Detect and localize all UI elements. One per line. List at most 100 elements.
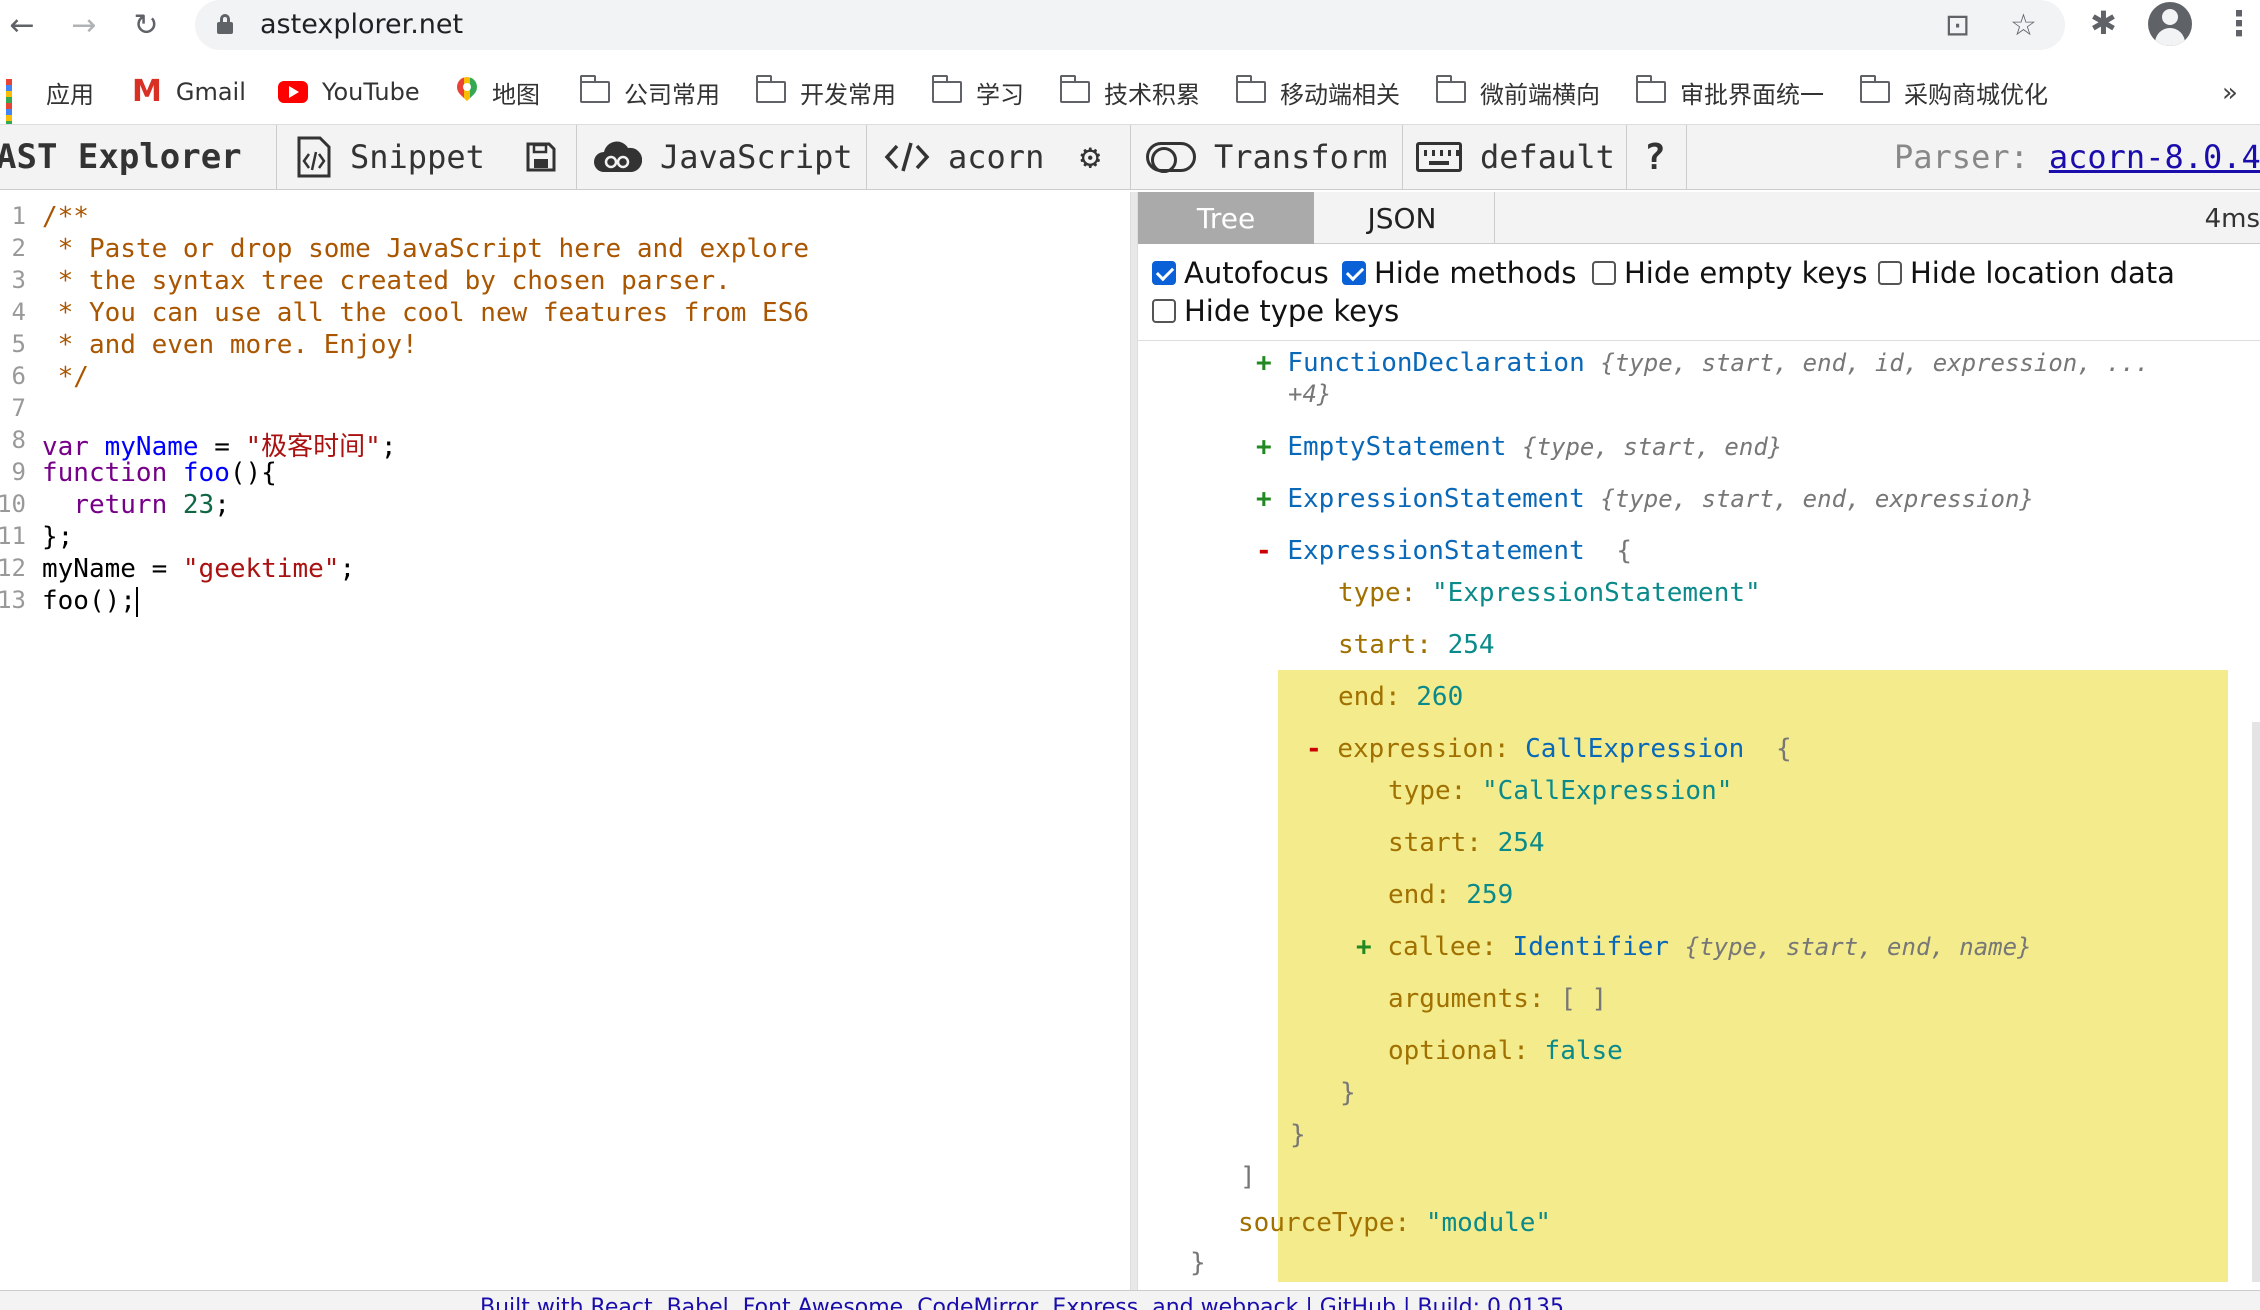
option-label: Hide type keys [1184,294,1400,328]
bookmark-folder[interactable]: 微前端横向 [1435,74,1600,110]
language-menu[interactable]: JavaScript [592,125,853,189]
folder-icon [1859,75,1890,103]
checkbox-unchecked[interactable] [1152,299,1176,323]
tree-node-function-declaration[interactable]: + FunctionDeclaration {type, start, end,… [1256,348,2149,378]
property-expression[interactable]: - expression: CallExpression { [1306,734,1792,764]
property-key: optional: [1388,1036,1529,1066]
toolbar-divider [1686,125,1687,189]
code-editor[interactable]: 1 /** 2 * Paste or drop some JavaScript h… [0,192,1130,1290]
close-brace: } [1340,1078,1356,1108]
bookmark-label: 学习 [976,80,1024,109]
more-bookmarks-chevron-icon[interactable]: » [2222,78,2238,108]
close-bracket: ] [1240,1162,1256,1192]
bookmarks-bar: 应用 M Gmail YouTube 地图 公司常用 开发常用 学习 技术积累 … [0,70,2260,133]
bookmark-folder[interactable]: 移动端相关 [1235,74,1400,110]
tab-json[interactable]: JSON [1314,192,1490,244]
bookmark-folder[interactable]: 学习 [931,74,1024,110]
property-callee[interactable]: + callee: Identifier {type, start, end, … [1356,932,2032,962]
expand-toggle[interactable]: + [1256,348,1272,378]
property-value: 259 [1466,880,1514,910]
translate-icon[interactable]: ⊡ [1945,8,1970,43]
code-text: foo(); [42,586,136,616]
code-text: * Paste or drop some JavaScript here and… [42,234,810,264]
toolbar-divider [1130,125,1131,189]
property-key: type: [1338,578,1417,608]
line-number: 2 [11,234,26,262]
option-hide-empty-keys[interactable]: Hide empty keys [1592,256,1867,290]
toolbar-divider [1626,125,1627,189]
node-summary: {type, start, end, name} [1684,933,2032,961]
parser-menu[interactable]: acorn [884,125,1044,189]
parse-timing: 4ms [2204,204,2260,234]
bookmark-label: 审批界面统一 [1680,80,1824,109]
option-hide-methods[interactable]: Hide methods [1342,256,1576,290]
punctuation: (){ [229,458,277,488]
checkbox-checked[interactable] [1152,261,1176,285]
property-value: 254 [1497,828,1545,858]
bookmark-folder[interactable]: 公司常用 [579,74,720,110]
option-hide-type-keys[interactable]: Hide type keys [1152,294,1399,328]
option-label: Hide methods [1374,256,1577,290]
property-value: [ ] [1560,984,1608,1014]
expand-toggle[interactable]: + [1356,932,1372,962]
keyword: return [73,490,168,520]
line-number: 4 [11,298,26,326]
checkbox-unchecked[interactable] [1878,261,1902,285]
collapse-toggle[interactable]: - [1306,734,1322,764]
tree-node-empty-statement[interactable]: + EmptyStatement {type, start, end} [1256,432,1782,462]
line-number: 3 [11,266,26,294]
parser-settings-gear-icon[interactable]: ⚙ [1080,125,1100,189]
property-value: 260 [1416,682,1464,712]
profile-avatar[interactable] [2148,2,2192,46]
collapse-toggle[interactable]: - [1256,536,1272,566]
footer-text[interactable]: Built with React, Babel, Font Awesome, C… [480,1295,1564,1310]
checkbox-checked[interactable] [1342,261,1366,285]
bookmark-youtube[interactable]: YouTube [278,74,420,110]
app-title: AST Explorer [0,137,242,177]
option-autofocus[interactable]: Autofocus [1152,256,1329,290]
expand-toggle[interactable]: + [1256,484,1272,514]
parser-version-link[interactable]: acorn-8.0.4 [2049,138,2260,176]
folder-icon [1059,75,1090,103]
transform-toggle[interactable]: Transform [1146,125,1387,189]
folder-icon [1635,75,1666,103]
help-button[interactable]: ? [1644,125,1666,189]
checkbox-unchecked[interactable] [1592,261,1616,285]
property-value: "CallExpression" [1481,776,1733,806]
bookmark-maps[interactable]: 地图 [456,74,540,110]
url-text[interactable]: astexplorer.net [260,9,463,40]
address-bar[interactable]: astexplorer.net ⊡ ☆ [195,0,2065,50]
bookmark-folder[interactable]: 审批界面统一 [1635,74,1824,110]
star-icon[interactable]: ☆ [2010,8,2037,43]
expand-toggle[interactable]: + [1256,432,1272,462]
bookmark-gmail[interactable]: M Gmail [132,74,246,110]
menu-kebab-icon[interactable]: ⋮ [2222,4,2256,44]
bookmark-folder[interactable]: 开发常用 [755,74,896,110]
extensions-icon[interactable]: ✱ [2090,4,2117,42]
snippet-menu[interactable]: Snippet [296,125,485,189]
bookmark-folder[interactable]: 采购商城优化 [1859,74,2048,110]
reload-icon[interactable]: ↻ [126,6,166,46]
bookmark-label: 采购商城优化 [1904,80,2048,109]
tab-tree[interactable]: Tree [1138,192,1314,244]
option-hide-location-data[interactable]: Hide location data [1878,256,2175,290]
line-number: 12 [0,554,26,582]
tree-node-expression-statement[interactable]: + ExpressionStatement {type, start, end,… [1256,484,2034,514]
save-icon[interactable] [526,125,556,189]
keymap-menu[interactable]: default [1416,125,1615,189]
option-label: Hide location data [1910,256,2175,290]
property-type: type: "CallExpression" [1388,776,1732,806]
bookmark-label: 移动端相关 [1280,80,1400,109]
back-arrow-icon[interactable]: ← [2,6,42,46]
cloud-icon [592,140,642,174]
pane-splitter[interactable] [1130,192,1138,1290]
code-text: */ [42,362,89,392]
property-optional: optional: false [1388,1036,1623,1066]
line-number: 11 [0,522,26,550]
bookmark-folder[interactable]: 技术积累 [1059,74,1200,110]
tree-node-expression-statement-expanded[interactable]: - ExpressionStatement { [1256,536,1632,566]
forward-arrow-icon[interactable]: → [64,6,104,46]
tree-scrollbar[interactable] [2252,722,2260,1282]
gmail-icon: M [132,74,162,109]
bookmark-apps[interactable]: 应用 [6,74,94,133]
